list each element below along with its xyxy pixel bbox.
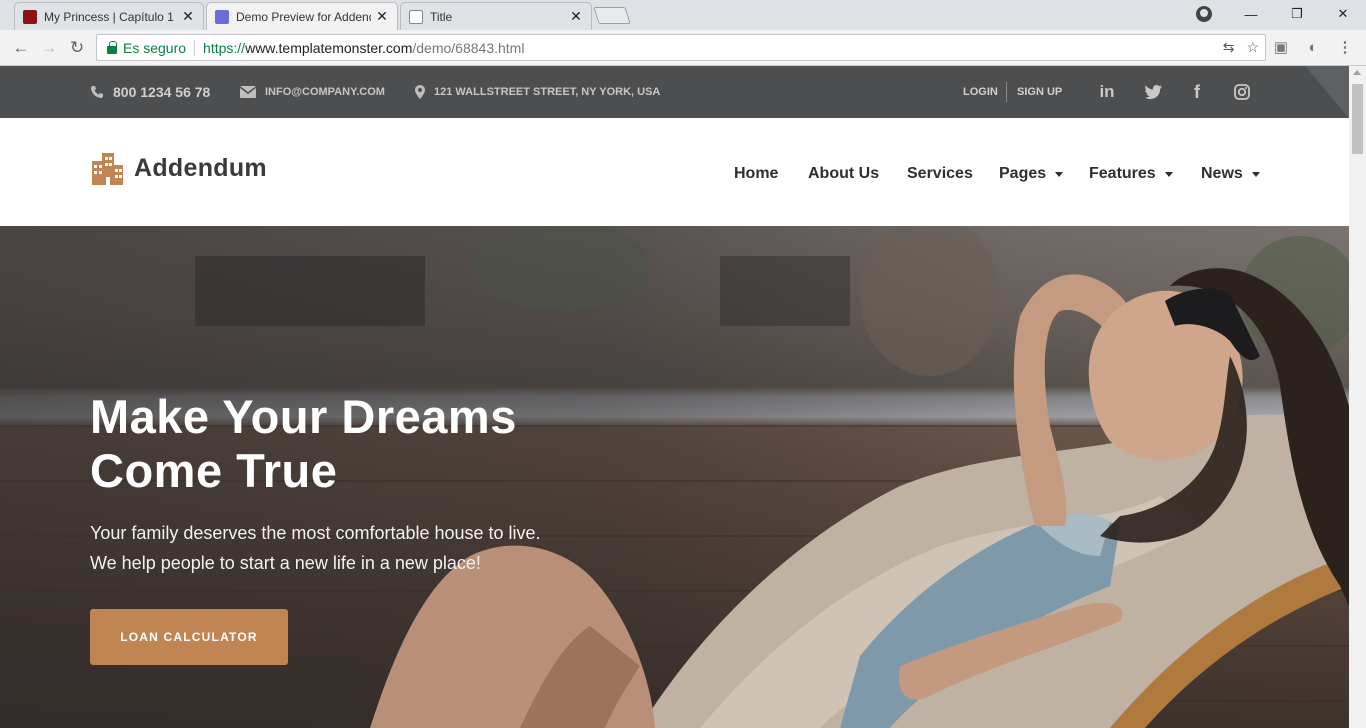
hero-title: Make Your Dreams Come True	[90, 390, 650, 498]
nav-pages[interactable]: Pages	[999, 163, 1064, 185]
nav-label: News	[1201, 165, 1243, 182]
nav-label: Pages	[999, 165, 1047, 182]
hero-section: Make Your Dreams Come True Your family d…	[0, 226, 1349, 728]
twitter-icon[interactable]	[1141, 80, 1165, 104]
back-arrow-icon[interactable]: ←	[10, 37, 32, 59]
scrollbar[interactable]	[1349, 66, 1366, 728]
close-tab-icon[interactable]: ✕	[375, 8, 389, 25]
nav-features[interactable]: Features	[1089, 163, 1173, 185]
new-tab-button[interactable]	[593, 7, 631, 24]
auth-divider	[1006, 82, 1007, 102]
facebook-icon[interactable]: f	[1185, 80, 1209, 104]
address-separator	[194, 39, 196, 56]
caret-down-icon	[1251, 171, 1260, 177]
nav-services[interactable]: Services	[907, 163, 973, 185]
tab-title: Demo Preview for Addendum	[236, 9, 371, 24]
signup-label: SIGN UP	[1017, 86, 1063, 98]
tab-title: My Princess | Capítulo 1 |	[44, 9, 177, 24]
instagram-icon[interactable]	[1230, 80, 1254, 104]
nav-label: Home	[734, 165, 779, 182]
hero-subtitle-line-2: We help people to start a new life in a …	[90, 553, 481, 573]
logo-text: Addendum	[134, 153, 267, 182]
browser-menu-icon[interactable]: ⋮	[1336, 38, 1354, 56]
hero-subtitle: Your family deserves the most comfortabl…	[90, 518, 690, 578]
restore-button[interactable]: ❐	[1274, 0, 1320, 28]
caret-down-icon	[1164, 171, 1173, 177]
page-viewport: 800 1234 56 78 INFO@COMPANY.COM 121 WALL…	[0, 66, 1366, 728]
profile-icon[interactable]	[1196, 6, 1212, 22]
nav-home[interactable]: Home	[734, 163, 778, 185]
bookmark-star-icon[interactable]: ☆	[1246, 39, 1259, 56]
login-label: LOGIN	[963, 86, 998, 98]
email-address: INFO@COMPANY.COM	[265, 86, 385, 98]
nav-label: Services	[907, 165, 973, 182]
url-host: www.templatemonster.com	[245, 39, 413, 56]
reload-icon[interactable]: ↻	[66, 37, 88, 59]
scroll-up-arrow[interactable]	[1353, 70, 1361, 75]
minimize-button[interactable]: —	[1228, 0, 1274, 28]
url-path: /demo/68843.html	[412, 39, 525, 56]
email-contact[interactable]: INFO@COMPANY.COM	[240, 66, 385, 118]
envelope-icon	[240, 86, 256, 98]
address-bar[interactable]: Es seguro https:// www.templatemonster.c…	[96, 34, 1266, 61]
browser-tab-2[interactable]: Demo Preview for Addendum ✕	[206, 2, 398, 30]
extension-icon[interactable]: ◐	[1304, 38, 1322, 56]
url-scheme: https://	[203, 39, 246, 56]
close-window-button[interactable]: ✕	[1320, 0, 1366, 28]
site-logo[interactable]: Addendum	[90, 151, 267, 185]
browser-tab-1[interactable]: My Princess | Capítulo 1 | ✕	[14, 2, 204, 30]
hero-title-line-1: Make Your Dreams	[90, 390, 517, 443]
hero-title-line-2: Come True	[90, 444, 338, 497]
top-contact-bar: 800 1234 56 78 INFO@COMPANY.COM 121 WALL…	[0, 66, 1349, 118]
browser-tab-bar: My Princess | Capítulo 1 | ✕ Demo Previe…	[0, 0, 1366, 30]
browser-tab-3[interactable]: Title ✕	[400, 2, 592, 30]
phone-number: 800 1234 56 78	[113, 84, 211, 100]
map-pin-icon	[415, 85, 425, 99]
street-address: 121 WALLSTREET STREET, NY YORK, USA	[434, 86, 661, 98]
loan-calculator-button[interactable]: LOAN CALCULATOR	[90, 609, 288, 665]
templatemonster-favicon-icon	[215, 9, 229, 24]
forward-arrow-icon[interactable]: →	[38, 37, 60, 59]
topbar-corner-decoration	[1305, 66, 1349, 118]
translate-icon[interactable]: ⇆	[1223, 39, 1235, 56]
wattpad-favicon-icon	[23, 9, 37, 24]
phone-icon	[91, 86, 103, 98]
phone-contact[interactable]: 800 1234 56 78	[90, 66, 210, 118]
location-contact: 121 WALLSTREET STREET, NY YORK, USA	[415, 66, 660, 118]
pdf-extension-icon[interactable]: ▣	[1272, 38, 1290, 56]
site-header: Addendum Home About Us Services Pages Fe…	[0, 118, 1349, 226]
secure-label: Es seguro	[123, 39, 187, 56]
linkedin-icon[interactable]: in	[1095, 80, 1119, 104]
login-link[interactable]: LOGIN	[963, 66, 998, 118]
scroll-thumb[interactable]	[1352, 84, 1363, 154]
close-tab-icon[interactable]: ✕	[181, 8, 195, 25]
caret-down-icon	[1055, 171, 1064, 177]
nav-about-us[interactable]: About Us	[808, 163, 879, 185]
building-logo-icon	[92, 153, 123, 185]
lock-icon	[107, 40, 117, 54]
browser-toolbar: ← → ↻ Es seguro https:// www.templatemon…	[0, 30, 1366, 66]
nav-label: Features	[1089, 165, 1156, 182]
signup-link[interactable]: SIGN UP	[1017, 66, 1062, 118]
page-favicon-icon	[409, 9, 423, 24]
tab-title: Title	[430, 9, 453, 24]
nav-label: About Us	[808, 165, 880, 182]
nav-news[interactable]: News	[1201, 163, 1260, 185]
hero-subtitle-line-1: Your family deserves the most comfortabl…	[90, 523, 541, 543]
close-tab-icon[interactable]: ✕	[569, 8, 583, 25]
